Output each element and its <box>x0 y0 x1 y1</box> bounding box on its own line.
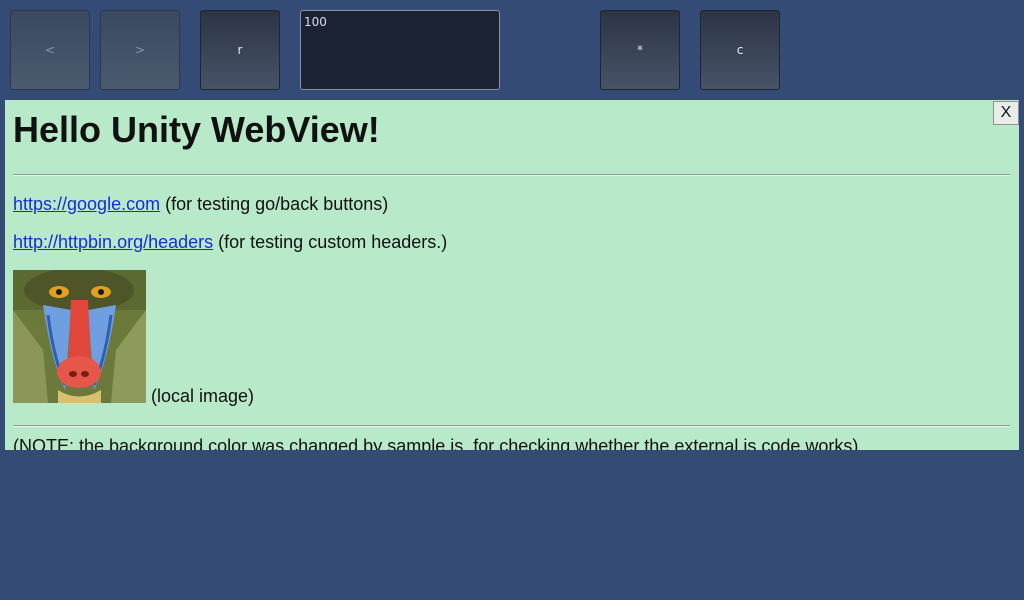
forward-button[interactable]: > <box>100 10 180 90</box>
mandrill-image <box>13 270 146 403</box>
star-button[interactable]: * <box>600 10 680 90</box>
url-input[interactable]: 100 <box>300 10 500 90</box>
back-button[interactable]: < <box>10 10 90 90</box>
httpbin-link[interactable]: http://httpbin.org/headers <box>13 232 213 252</box>
google-link[interactable]: https://google.com <box>13 194 160 214</box>
image-row: (local image) <box>13 270 1010 406</box>
google-link-note: (for testing go/back buttons) <box>165 194 389 214</box>
webview-panel: X Hello Unity WebView! https://google.co… <box>5 100 1019 450</box>
httpbin-link-note: (for testing custom headers.) <box>218 232 448 252</box>
link-row-google: https://google.com (for testing go/back … <box>13 193 1010 215</box>
page-content: Hello Unity WebView! https://google.com … <box>13 100 1010 450</box>
image-caption: (local image) <box>151 386 255 406</box>
link-row-httpbin: http://httpbin.org/headers (for testing … <box>13 231 1010 253</box>
clear-button[interactable]: c <box>700 10 780 90</box>
reload-button[interactable]: r <box>200 10 280 90</box>
page-title: Hello Unity WebView! <box>13 109 380 150</box>
note-text: (NOTE: the background color was changed … <box>13 436 859 450</box>
